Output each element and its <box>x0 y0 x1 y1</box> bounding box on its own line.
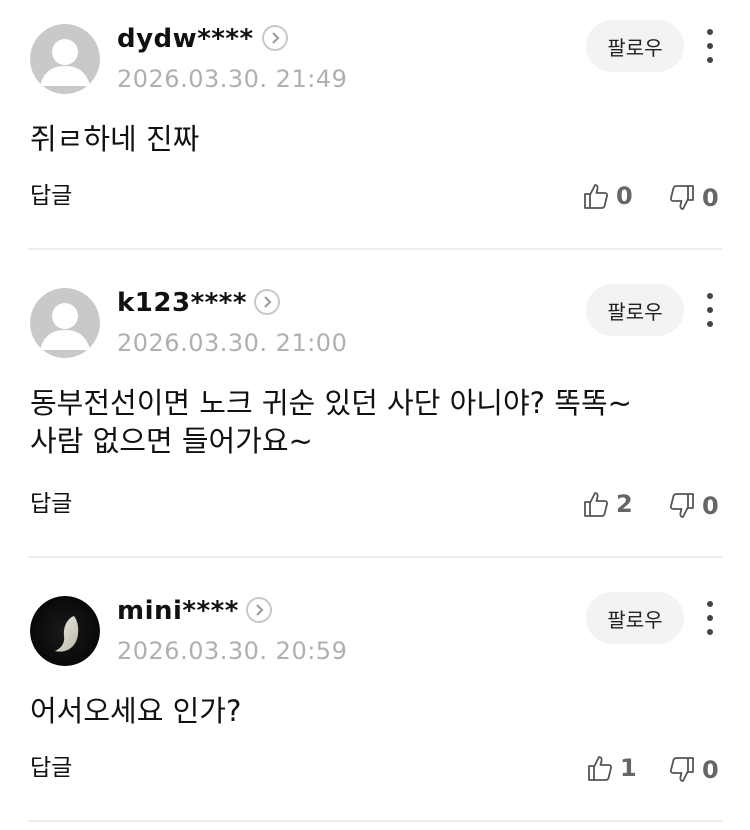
comment-body: 쥐ㄹ하네 진짜 <box>30 120 720 158</box>
like-count: 2 <box>616 490 633 518</box>
comment-body: 동부전선이면 노크 귀순 있던 사단 아니야? 똑똑~ 사람 없으면 들어가요~ <box>30 384 720 460</box>
thumbs-up-icon <box>584 184 609 209</box>
like-count: 0 <box>616 182 633 210</box>
default-avatar-icon <box>30 288 100 358</box>
like-button[interactable]: 0 <box>582 181 633 211</box>
thumbs-down-icon <box>669 185 694 210</box>
dislike-count: 0 <box>702 756 719 784</box>
like-button[interactable]: 1 <box>586 753 637 783</box>
dislike-button[interactable]: 0 <box>668 183 719 213</box>
divider <box>28 820 722 822</box>
thumbs-up-icon <box>588 756 613 781</box>
divider <box>28 556 722 558</box>
follow-button[interactable]: 팔로우 <box>586 20 684 72</box>
more-vertical-icon[interactable] <box>700 26 720 66</box>
reply-button[interactable]: 답글 <box>30 753 72 783</box>
comment-body-line: 쥐ㄹ하네 진짜 <box>30 122 200 156</box>
comment-body: 어서오세요 인가? <box>30 692 720 730</box>
chevron-right-icon[interactable] <box>254 289 280 315</box>
comment-item: mini**** 2026.03.30. 20:59 팔로우 어서오세요 인가?… <box>0 572 750 830</box>
follow-button[interactable]: 팔로우 <box>586 284 684 336</box>
chevron-right-icon[interactable] <box>246 597 272 623</box>
follow-button[interactable]: 팔로우 <box>586 592 684 644</box>
comment-date: 2026.03.30. 21:49 <box>117 65 348 93</box>
divider <box>28 248 722 250</box>
dislike-button[interactable]: 0 <box>668 491 719 521</box>
comment-body-line: 동부전선이면 노크 귀순 있던 사단 아니야? 똑똑~ <box>30 386 632 420</box>
avatar[interactable] <box>30 24 100 94</box>
comment-item: dydw**** 2026.03.30. 21:49 팔로우 쥐ㄹ하네 진짜 답… <box>0 0 750 250</box>
thumbs-up-icon <box>584 492 609 517</box>
username[interactable]: k123**** <box>117 288 247 318</box>
avatar[interactable] <box>30 596 100 666</box>
like-count: 1 <box>620 754 637 782</box>
reply-button[interactable]: 답글 <box>30 489 72 519</box>
dislike-count: 0 <box>702 184 719 212</box>
reply-button[interactable]: 답글 <box>30 181 72 211</box>
default-avatar-icon <box>30 24 100 94</box>
comment-date: 2026.03.30. 21:00 <box>117 329 348 357</box>
more-vertical-icon[interactable] <box>700 290 720 330</box>
username[interactable]: dydw**** <box>117 24 254 54</box>
comment-body-line: 어서오세요 인가? <box>30 694 242 728</box>
chevron-right-icon[interactable] <box>262 25 288 51</box>
thumbs-down-icon <box>669 757 694 782</box>
comment-body-line: 사람 없으면 들어가요~ <box>30 424 313 458</box>
more-vertical-icon[interactable] <box>700 598 720 638</box>
comment-date: 2026.03.30. 20:59 <box>117 637 348 665</box>
comment-item: k123**** 2026.03.30. 21:00 팔로우 동부전선이면 노크… <box>0 264 750 558</box>
dislike-button[interactable]: 0 <box>668 755 719 785</box>
avatar[interactable] <box>30 288 100 358</box>
thumbs-down-icon <box>669 493 694 518</box>
like-button[interactable]: 2 <box>582 489 633 519</box>
moon-avatar-icon <box>30 596 100 666</box>
username[interactable]: mini**** <box>117 596 239 626</box>
dislike-count: 0 <box>702 492 719 520</box>
